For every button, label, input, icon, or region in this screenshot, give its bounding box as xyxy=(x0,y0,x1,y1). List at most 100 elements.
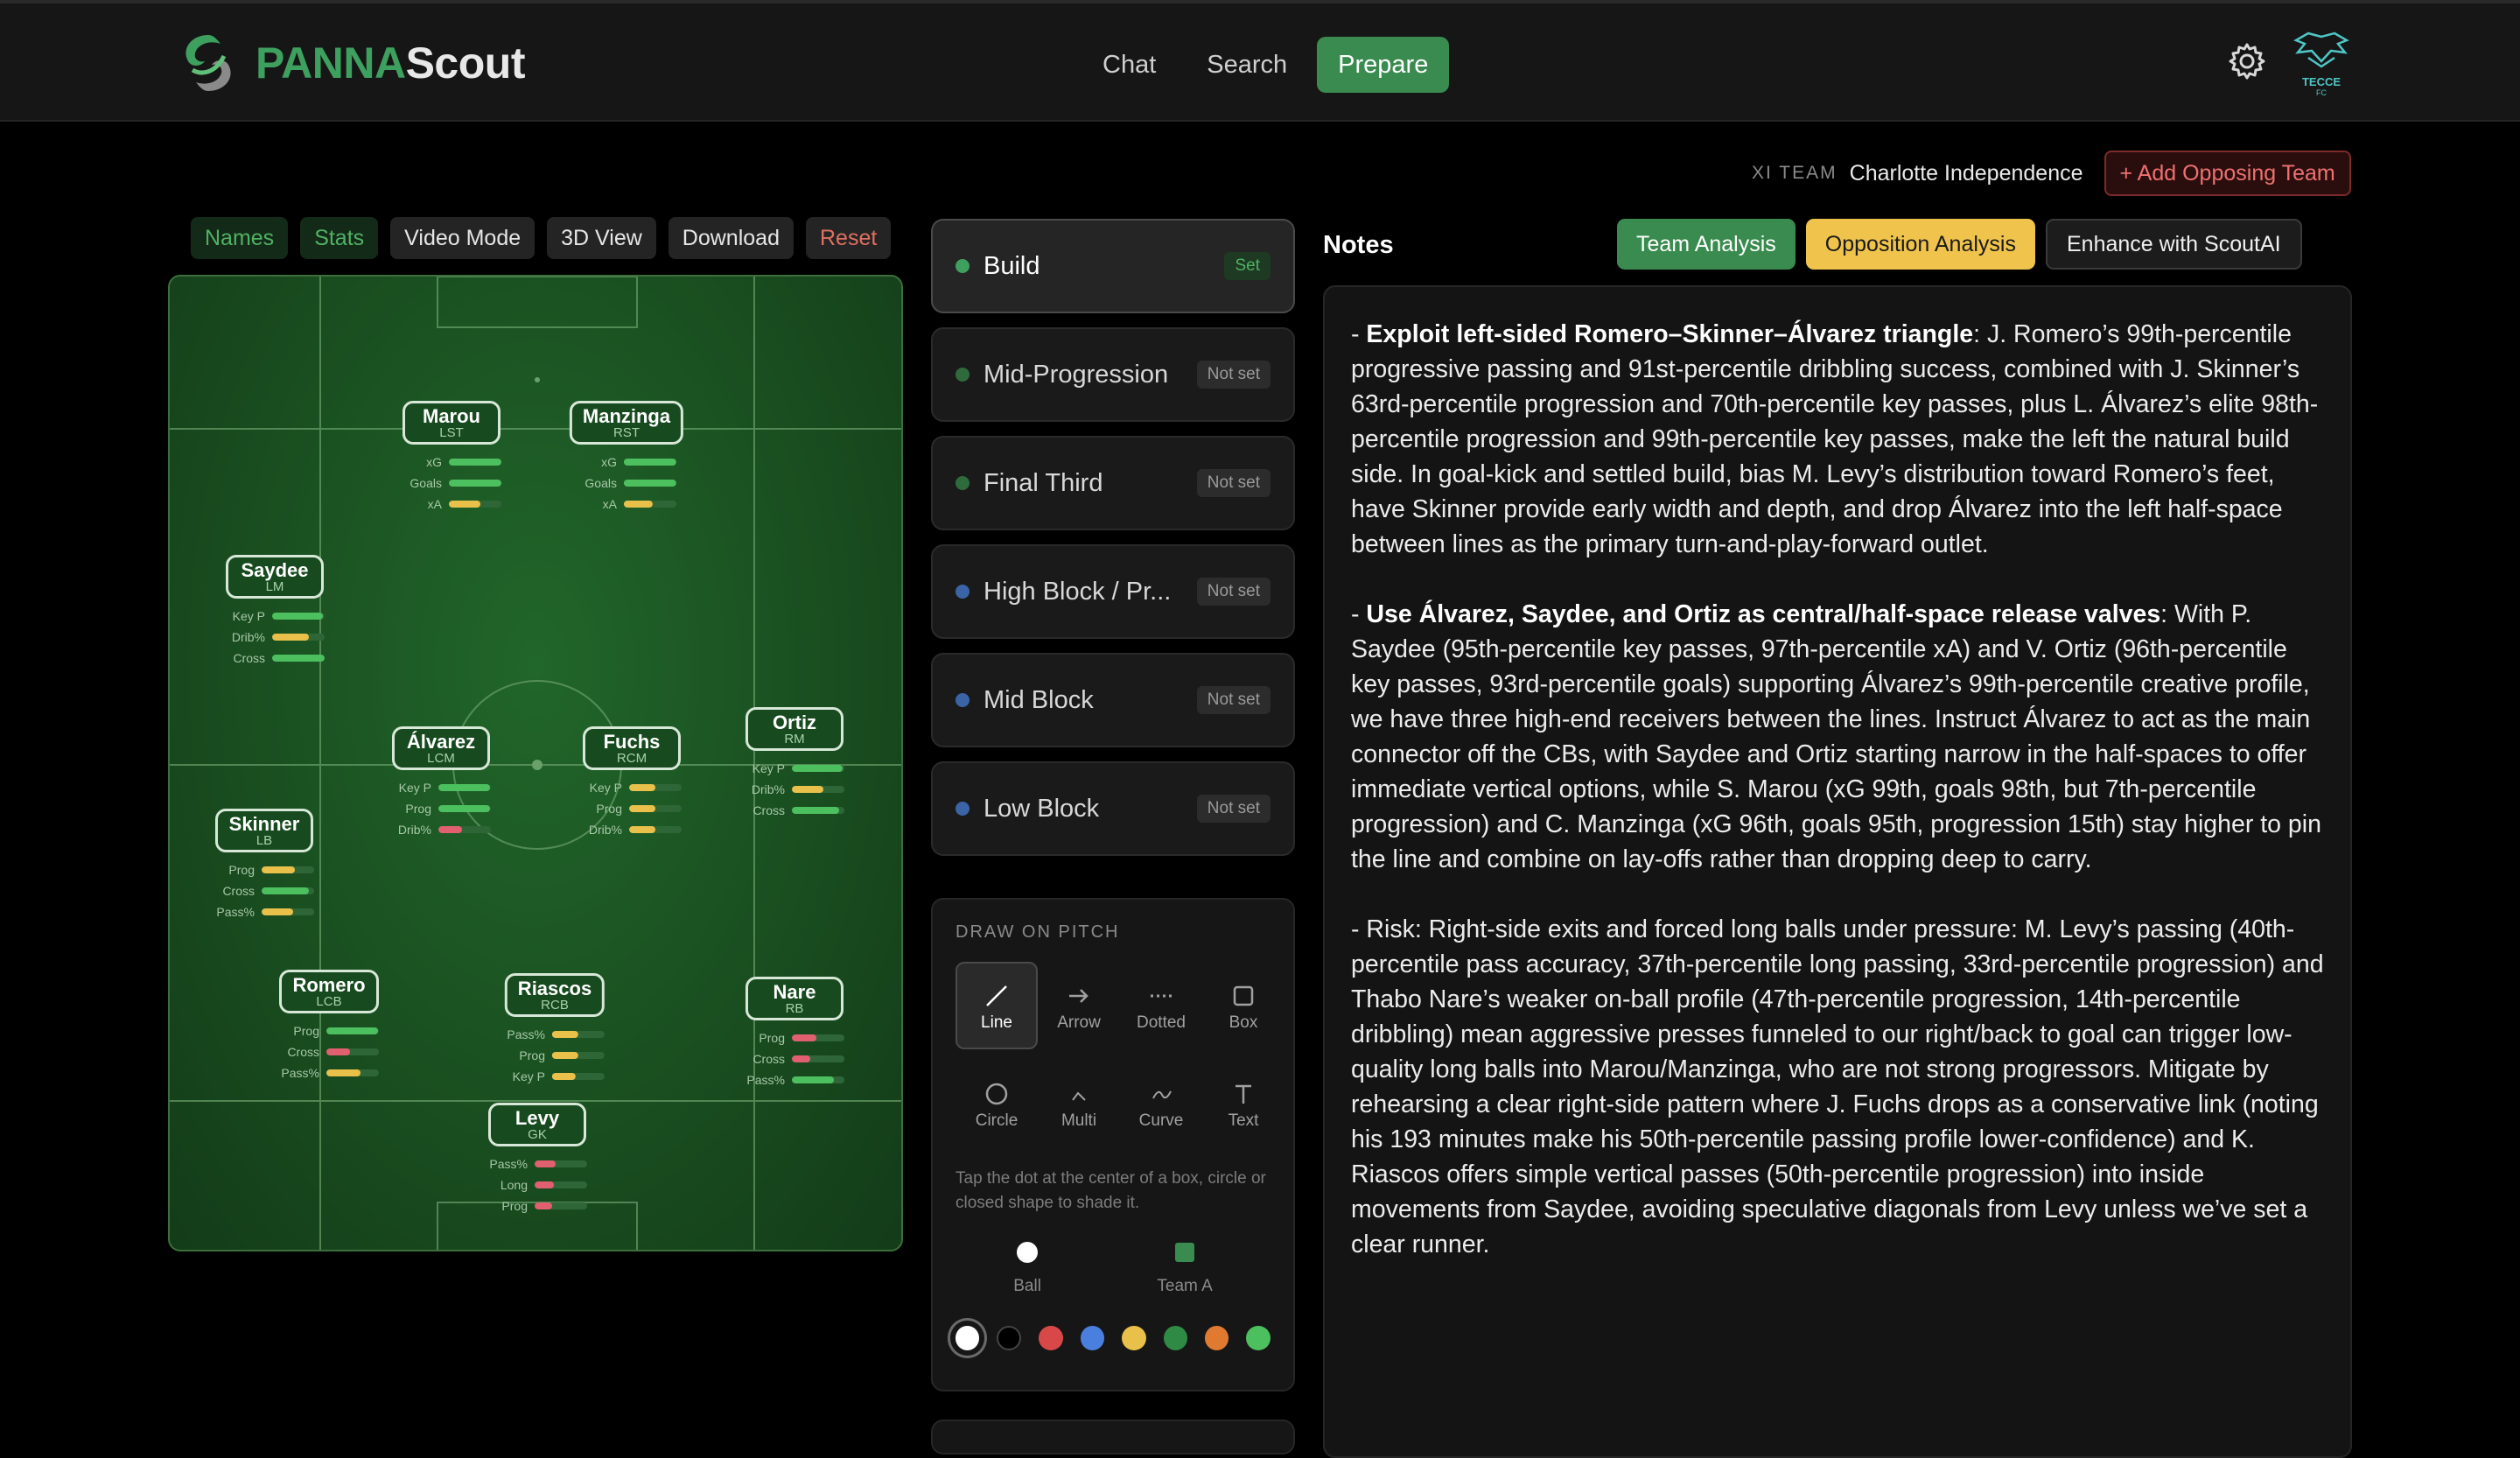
note-text: : J. Romero’s 99th-percentile progressiv… xyxy=(1351,320,2319,558)
notes-editor[interactable]: - Exploit left-sided Romero–Skinner–Álva… xyxy=(1323,285,2352,1458)
color-swatch[interactable] xyxy=(956,1326,980,1350)
stat-label: Prog xyxy=(759,1031,785,1045)
stats-toggle[interactable]: Stats xyxy=(300,217,379,259)
tool-line[interactable]: Line xyxy=(956,962,1038,1049)
stat-row: Pass% xyxy=(505,1024,605,1045)
player-card[interactable]: Álvarez LCM xyxy=(392,726,490,770)
player-alvarez[interactable]: Álvarez LCM Key P Prog Drib% xyxy=(391,726,491,840)
player-ortiz[interactable]: Ortiz RM Key P Drib% Cross xyxy=(745,707,844,821)
nav-prepare[interactable]: Prepare xyxy=(1317,37,1450,93)
ball-marker[interactable]: Ball xyxy=(1013,1240,1041,1296)
add-opposing-team-button[interactable]: + Add Opposing Team xyxy=(2104,151,2351,196)
nav-chat[interactable]: Chat xyxy=(1082,37,1177,93)
player-saydee[interactable]: Saydee LM Key P Drib% Cross xyxy=(225,555,325,669)
phase-low-block[interactable]: Low Block Not set xyxy=(931,761,1295,856)
video-mode-button[interactable]: Video Mode xyxy=(390,217,536,259)
stat-bar xyxy=(792,1076,844,1083)
player-marou[interactable]: Marou LST xG Goals xA xyxy=(402,401,501,515)
player-romero[interactable]: Romero LCB Prog Cross Pass% xyxy=(279,970,379,1083)
player-fuchs[interactable]: Fuchs RCM Key P Prog Drib% xyxy=(582,726,682,840)
stat-bar-fill xyxy=(551,1031,578,1038)
player-card[interactable]: Riascos RCB xyxy=(504,973,606,1017)
download-button[interactable]: Download xyxy=(668,217,794,259)
color-swatch[interactable] xyxy=(997,1326,1022,1350)
player-card[interactable]: Skinner LB xyxy=(215,809,313,852)
enhance-scoutai-button[interactable]: Enhance with ScoutAI xyxy=(2045,219,2302,270)
team-crest-icon[interactable]: TECCE FC xyxy=(2291,32,2352,97)
stat-row: Pass% xyxy=(279,1062,379,1083)
note-paragraph: - Use Álvarez, Saydee, and Ortiz as cent… xyxy=(1351,600,2321,873)
player-card[interactable]: Romero LCB xyxy=(279,970,379,1013)
stat-bar-fill xyxy=(326,1069,360,1076)
player-skinner[interactable]: Skinner LB Prog Cross Pass% xyxy=(214,809,314,922)
stat-bar-fill xyxy=(623,501,653,508)
brand-suffix: Scout xyxy=(405,39,526,88)
nav-search[interactable]: Search xyxy=(1186,37,1308,93)
tool-circle[interactable]: Circle xyxy=(956,1060,1038,1147)
team-marker[interactable]: Team A xyxy=(1157,1240,1213,1296)
tool-box[interactable]: Box xyxy=(1202,962,1284,1049)
stat-label: Key P xyxy=(589,781,622,795)
tactics-pitch[interactable]: Marou LST xG Goals xA Manzinga RST xG Goals xA Say… xyxy=(168,275,903,1251)
tool-dotted[interactable]: Dotted xyxy=(1120,962,1202,1049)
color-swatch[interactable] xyxy=(1204,1326,1229,1350)
player-nare[interactable]: Nare RB Prog Cross Pass% xyxy=(745,977,844,1090)
player-stats: xG Goals xA xyxy=(570,452,683,515)
tool-multi[interactable]: Multi xyxy=(1038,1060,1120,1147)
player-levy[interactable]: Levy GK Pass% Long Prog xyxy=(487,1103,587,1216)
phase-status-badge: Set xyxy=(1224,252,1270,280)
line-icon xyxy=(986,985,1007,1006)
tool-label: Box xyxy=(1228,1013,1258,1032)
names-toggle[interactable]: Names xyxy=(191,217,289,259)
stat-row: Cross xyxy=(225,648,325,669)
phase-mid-block[interactable]: Mid Block Not set xyxy=(931,653,1295,747)
stat-bar-fill xyxy=(535,1181,555,1188)
color-swatch[interactable] xyxy=(1246,1326,1270,1350)
color-swatch[interactable] xyxy=(1122,1326,1146,1350)
phase-build[interactable]: Build Set xyxy=(931,219,1295,313)
phase-status-badge: Not set xyxy=(1196,578,1270,606)
player-card[interactable]: Levy GK xyxy=(488,1103,586,1146)
stat-bar-fill xyxy=(438,826,462,833)
stat-label: Key P xyxy=(752,761,785,775)
player-stats: Key P Drib% Cross xyxy=(225,606,325,669)
reset-button[interactable]: Reset xyxy=(805,217,892,259)
player-card[interactable]: Manzinga RST xyxy=(569,401,684,445)
team-analysis-button[interactable]: Team Analysis xyxy=(1617,219,1796,270)
stat-bar xyxy=(792,786,844,793)
stat-label: Cross xyxy=(287,1045,319,1059)
tool-text[interactable]: Text xyxy=(1202,1060,1284,1147)
stat-bar xyxy=(535,1160,587,1167)
player-card[interactable]: Fuchs RCM xyxy=(583,726,681,770)
phase-status-dot xyxy=(956,585,970,599)
draw-heading: DRAW ON PITCH xyxy=(956,922,1120,942)
stat-bar xyxy=(792,1055,844,1062)
phase-title: Build xyxy=(984,251,1040,280)
player-card[interactable]: Ortiz RM xyxy=(746,707,844,751)
player-manzinga[interactable]: Manzinga RST xG Goals xA xyxy=(569,401,684,515)
stat-label: Goals xyxy=(410,476,442,490)
player-riascos[interactable]: Riascos RCB Pass% Prog Key P xyxy=(504,973,606,1087)
color-swatch[interactable] xyxy=(1039,1326,1063,1350)
tool-arrow[interactable]: Arrow xyxy=(1038,962,1120,1049)
tool-curve[interactable]: Curve xyxy=(1120,1060,1202,1147)
3d-view-button[interactable]: 3D View xyxy=(547,217,656,259)
opposition-analysis-button[interactable]: Opposition Analysis xyxy=(1805,219,2035,270)
player-card[interactable]: Saydee LM xyxy=(226,555,324,599)
player-role: LCM xyxy=(427,751,455,766)
player-card[interactable]: Marou LST xyxy=(402,401,500,445)
phase-final-third[interactable]: Final Third Not set xyxy=(931,436,1295,530)
gear-icon[interactable] xyxy=(2228,42,2266,81)
brand-logo[interactable]: PANNAScout xyxy=(175,30,525,96)
stat-row: Pass% xyxy=(745,1069,844,1090)
panel-below xyxy=(931,1419,1295,1454)
stat-bar-fill xyxy=(551,1052,578,1059)
phase-mid-progression[interactable]: Mid-Progression Not set xyxy=(931,327,1295,422)
stat-label: xG xyxy=(601,455,617,469)
color-swatch[interactable] xyxy=(1080,1326,1105,1350)
stat-bar xyxy=(438,805,491,812)
notes-actions: Team Analysis Opposition Analysis Enhanc… xyxy=(1617,219,2302,270)
player-card[interactable]: Nare RB xyxy=(746,977,844,1020)
color-swatch[interactable] xyxy=(1163,1326,1187,1350)
phase-high-block[interactable]: High Block / Pr... Not set xyxy=(931,544,1295,639)
